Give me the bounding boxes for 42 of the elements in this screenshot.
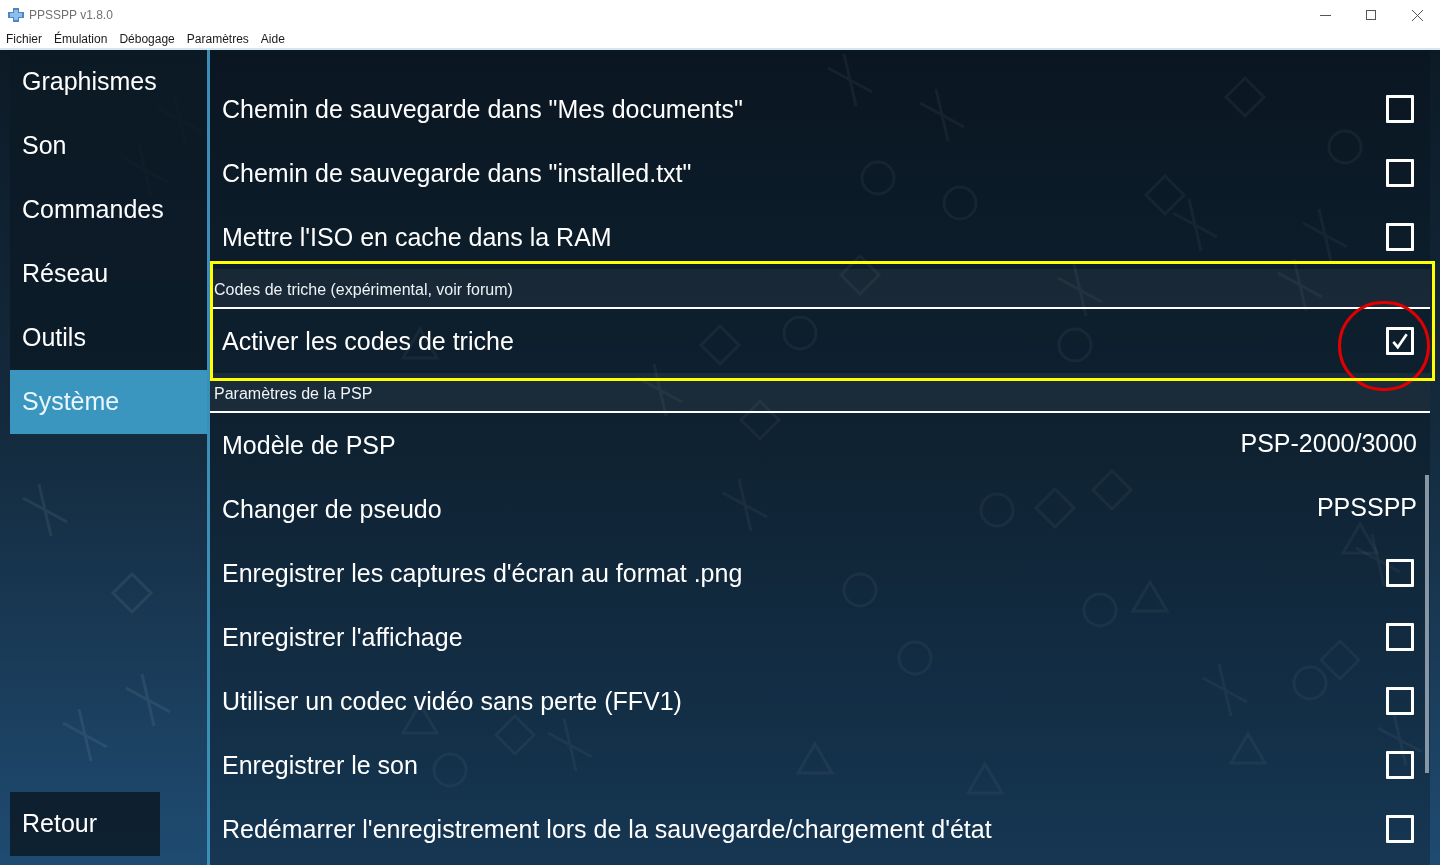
sidebar-tab[interactable]: Graphismes <box>10 50 206 114</box>
setting-label: Changer de pseudo <box>222 496 442 522</box>
setting-label: Chemin de sauvegarde dans "Mes documents" <box>222 96 743 122</box>
checkbox[interactable] <box>1386 815 1414 843</box>
checkbox[interactable] <box>1386 559 1414 587</box>
sidebar-tab[interactable]: Réseau <box>10 242 206 306</box>
checkbox[interactable] <box>1386 751 1414 779</box>
menu-item[interactable]: Débogage <box>113 30 181 48</box>
menu-item[interactable]: Paramètres <box>180 30 255 48</box>
setting-label: Mettre l'ISO en cache dans la RAM <box>222 224 612 250</box>
checkbox[interactable] <box>1386 159 1414 187</box>
window-title: PPSSPP v1.8.0 <box>29 7 113 24</box>
checkbox[interactable] <box>1386 687 1414 715</box>
setting-label: Enregistrer l'affichage <box>222 624 463 650</box>
setting-label: Modèle de PSP <box>222 432 396 458</box>
setting-value[interactable]: PPSSPP <box>1316 493 1417 521</box>
setting-label: Chemin de sauvegarde dans "installed.txt" <box>222 160 692 186</box>
setting-label: Utiliser un codec vidéo sans perte (FFV1) <box>222 688 682 714</box>
section-header: Paramètres de la PSP <box>214 386 373 402</box>
checkbox[interactable] <box>1386 223 1414 251</box>
app-icon <box>8 8 24 22</box>
scrollbar[interactable] <box>1425 475 1429 773</box>
back-button[interactable]: Retour <box>10 792 160 856</box>
section-header: Codes de triche (expérimental, voir forum) <box>214 282 513 298</box>
sidebar-tab[interactable]: Commandes <box>10 178 206 242</box>
setting-label: Activer les codes de triche <box>222 328 514 354</box>
sidebar-tab[interactable]: Son <box>10 114 206 178</box>
checkmark-icon <box>1392 332 1408 350</box>
checkbox[interactable] <box>1386 327 1414 355</box>
maximize-icon <box>1366 10 1376 20</box>
menu-item[interactable]: Aide <box>254 30 291 48</box>
menu-item[interactable]: Fichier <box>0 30 48 48</box>
setting-label: Enregistrer les captures d'écran au format .png <box>222 560 743 586</box>
minimize-icon <box>1319 14 1331 16</box>
checkbox[interactable] <box>1386 95 1414 123</box>
close-icon <box>1411 9 1423 21</box>
checkbox[interactable] <box>1386 623 1414 651</box>
setting-value[interactable]: PSP-2000/3000 <box>1240 429 1417 457</box>
sidebar-tab[interactable]: Outils <box>10 306 206 370</box>
setting-label: Redémarrer l'enregistrement lors de la sauvegarde/chargement d'état <box>222 816 992 842</box>
setting-label: Enregistrer le son <box>222 752 418 778</box>
menu-item[interactable]: Émulation <box>48 30 114 48</box>
